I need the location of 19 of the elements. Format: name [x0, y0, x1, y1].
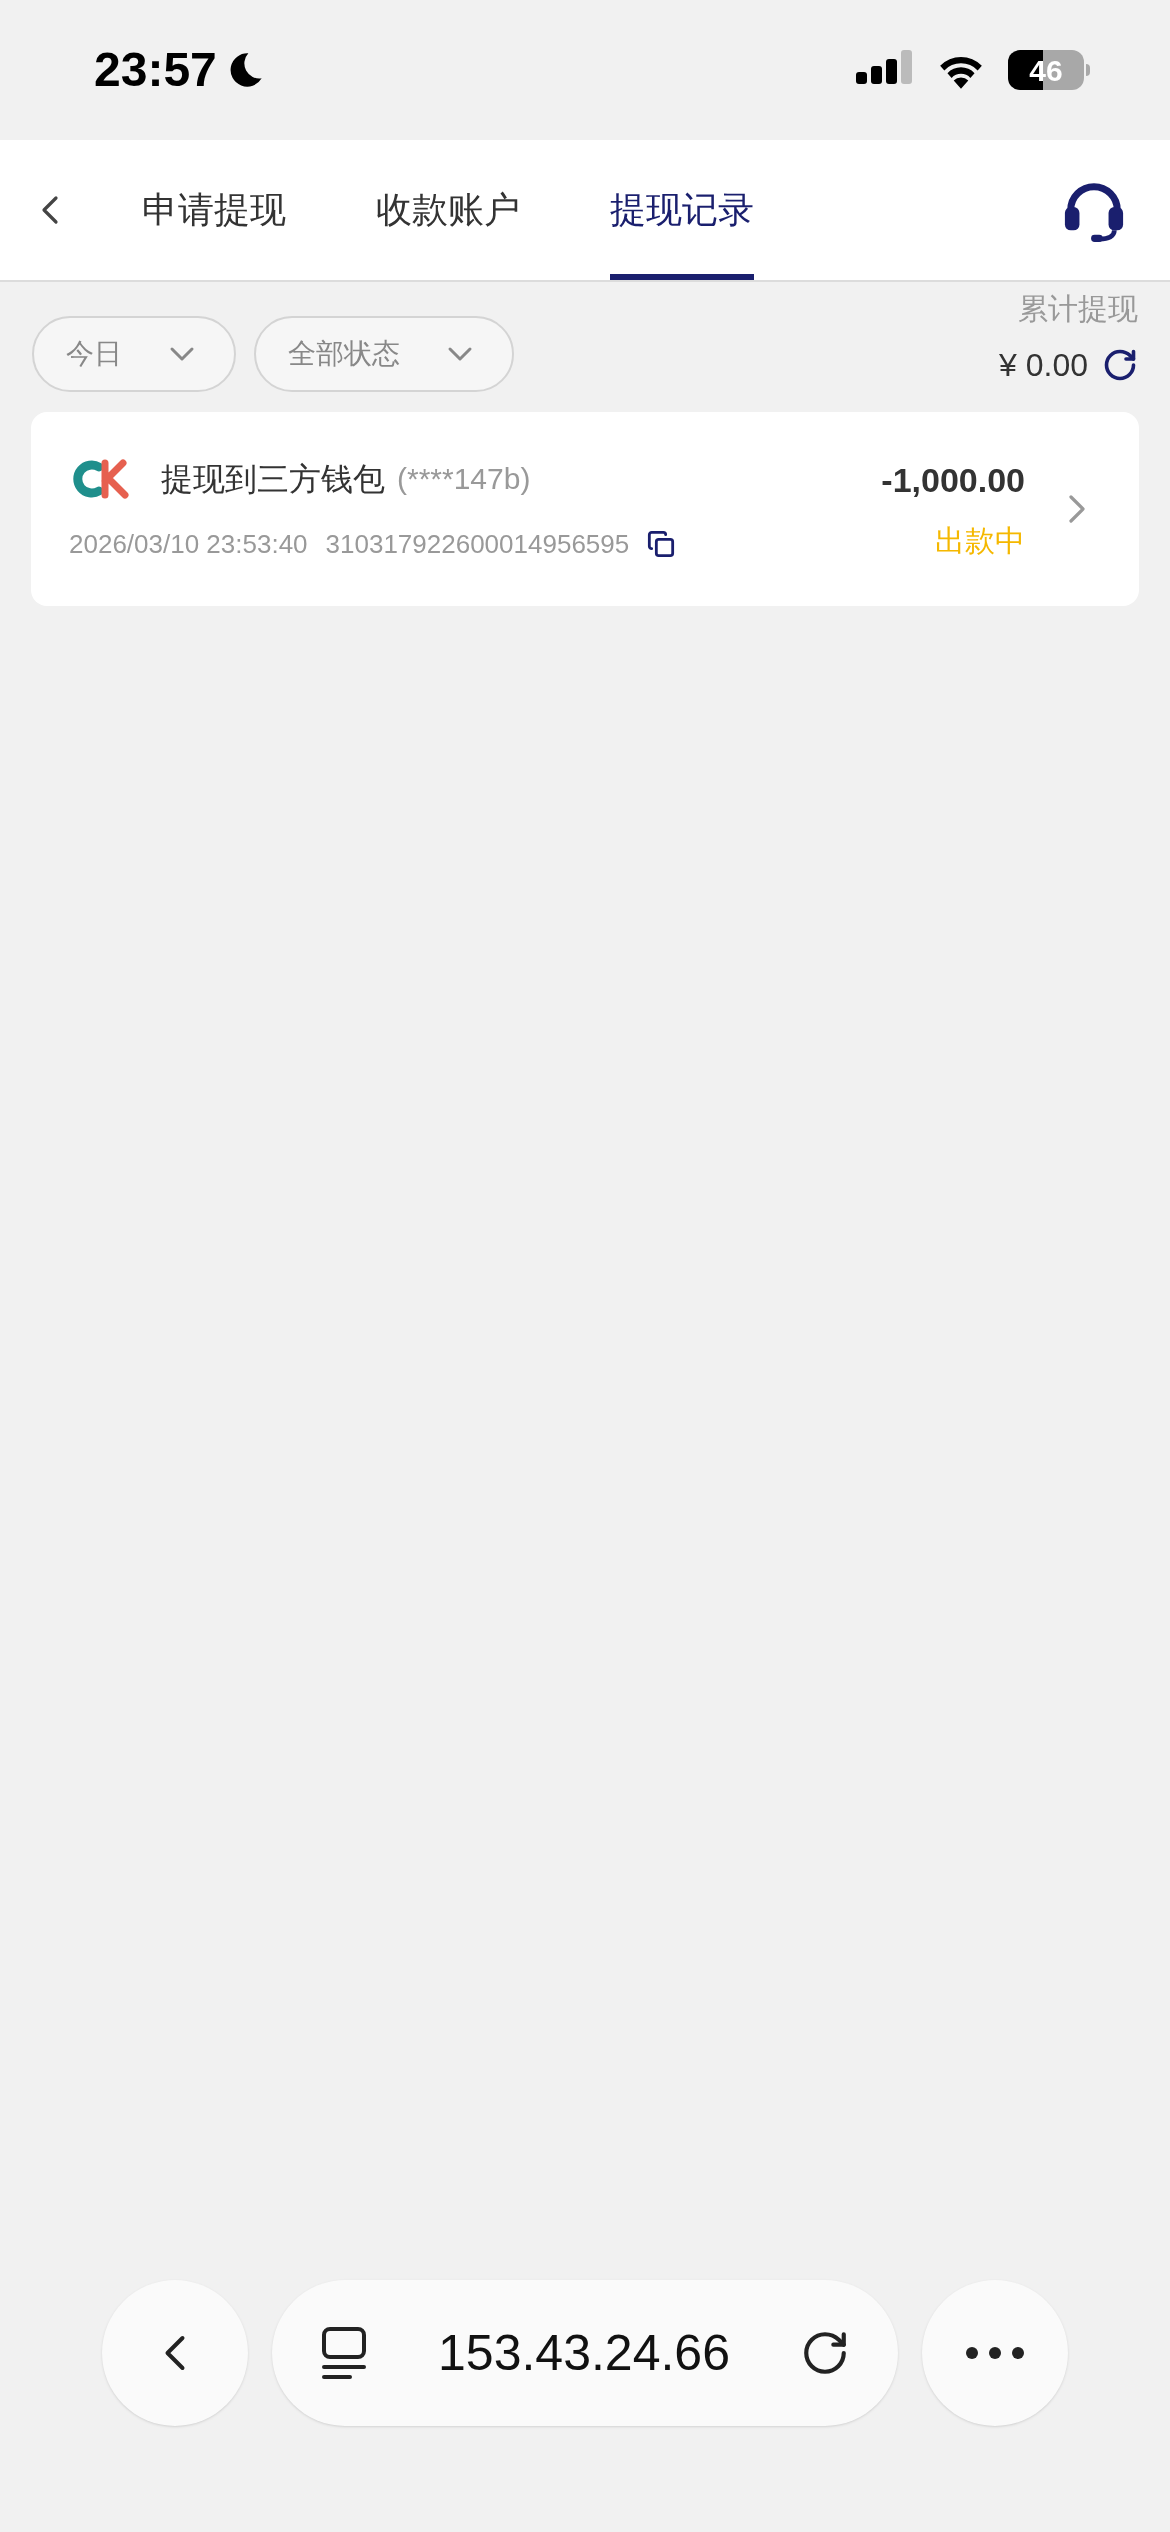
record-amount: -1,000.00 [881, 460, 1025, 501]
tab[interactable]: 提现记录 [610, 140, 754, 280]
tab[interactable]: 收款账户 [376, 140, 520, 280]
account-number: (****147b) [397, 461, 531, 497]
record-status: 出款中 [935, 523, 1025, 559]
record-card[interactable]: 提现到三方钱包 (****147b) 2026/03/10 23:53:40 310317922600014956595 -1,000.00 出款中 [31, 412, 1139, 606]
status-time: 23:57 [94, 42, 217, 98]
refresh-icon[interactable] [1102, 347, 1138, 383]
tab[interactable]: 申请提现 [142, 140, 286, 280]
record-time: 2026/03/10 23:53:40 [69, 527, 308, 561]
copy-icon[interactable] [647, 530, 676, 558]
url-text: 153.43.24.66 [438, 2323, 730, 2383]
summary-label: 累计提现 [1018, 291, 1138, 327]
reader-icon [320, 2325, 368, 2381]
address-bar[interactable]: 153.43.24.66 [272, 2280, 898, 2426]
order-number: 310317922600014956595 [325, 527, 630, 561]
record-title: 提现到三方钱包 [161, 459, 385, 499]
summary-amount: ¥ 0.00 [999, 346, 1088, 385]
more-dots-icon [965, 2346, 1025, 2360]
